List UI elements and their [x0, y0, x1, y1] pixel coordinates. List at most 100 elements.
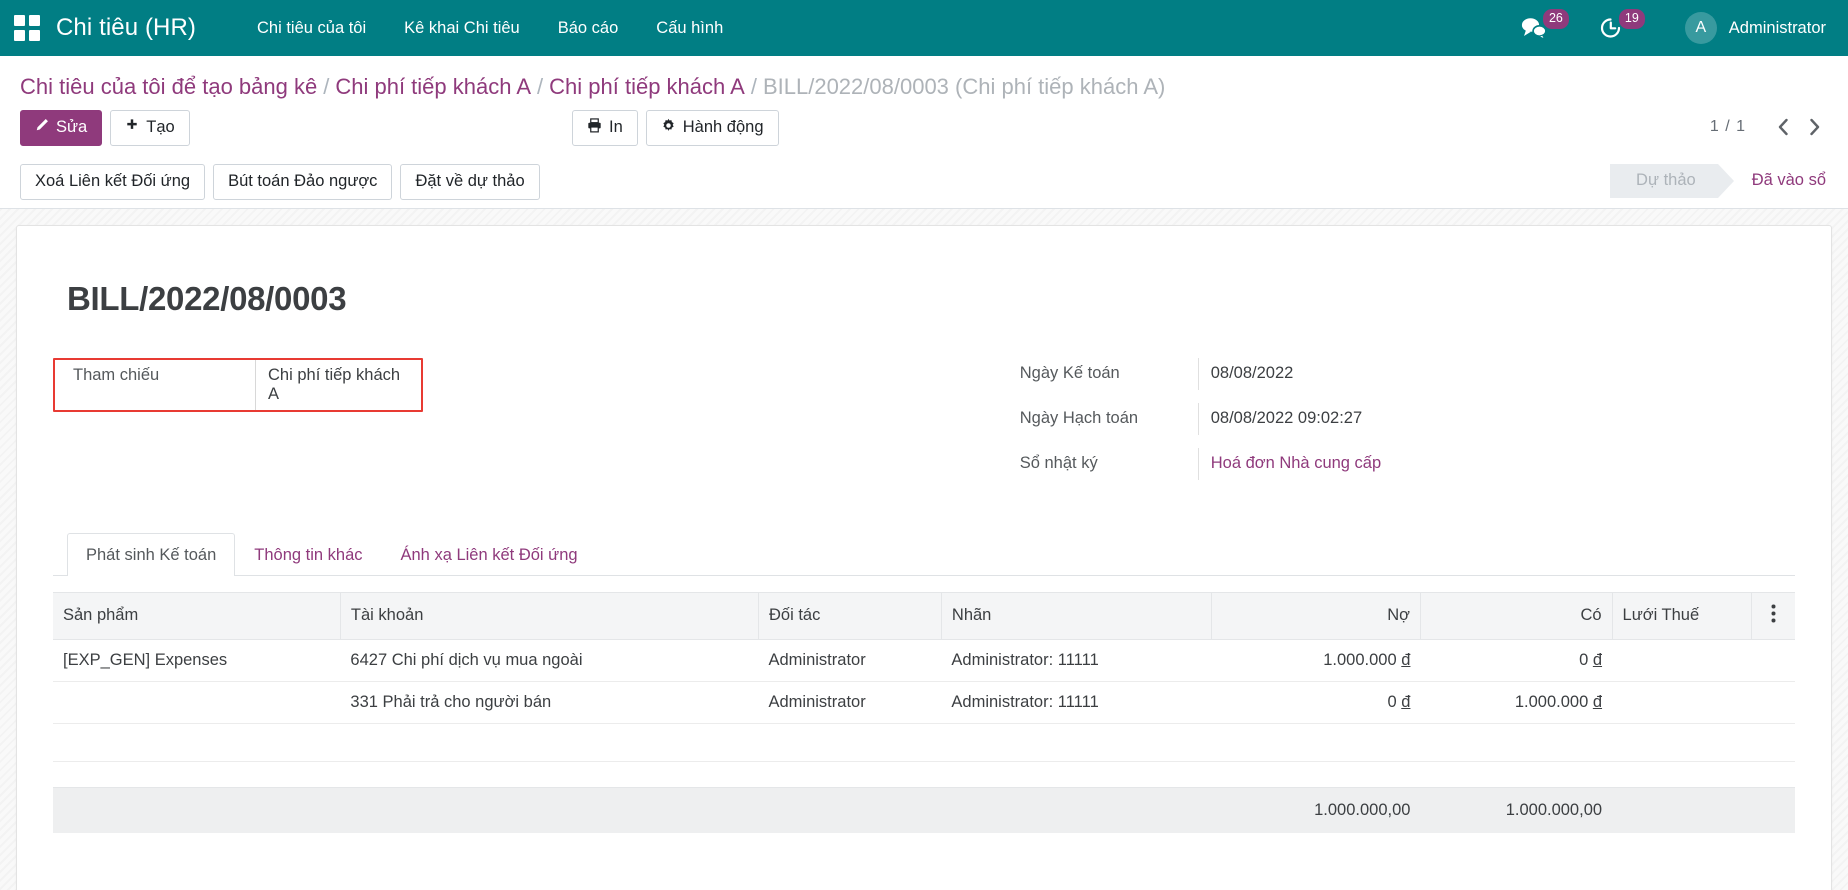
- table-row[interactable]: 331 Phải trả cho người bán Administrator…: [53, 681, 1795, 724]
- table-row[interactable]: [EXP_GEN] Expenses 6427 Chi phí dịch vụ …: [53, 639, 1795, 682]
- status-draft[interactable]: Dự thảo: [1610, 163, 1718, 198]
- activities-count-badge: 19: [1618, 9, 1645, 29]
- cell-account[interactable]: 331 Phải trả cho người bán: [340, 681, 759, 724]
- cell-label[interactable]: Administrator: 11111: [941, 639, 1212, 682]
- cell-tax-grid[interactable]: [1612, 639, 1752, 682]
- print-button-label: In: [609, 118, 623, 137]
- cell-debit[interactable]: 1.000.000 đ: [1211, 639, 1421, 682]
- chevron-left-icon[interactable]: [1770, 114, 1796, 140]
- reference-field-value[interactable]: Chi phí tiếp khách A: [255, 359, 421, 410]
- form-right-column: Ngày Kế toán 08/08/2022 Ngày Hạch toán 0…: [872, 357, 1795, 493]
- print-button[interactable]: In: [572, 110, 638, 146]
- app-brand-title[interactable]: Chi tiêu (HR): [56, 14, 196, 42]
- cell-credit[interactable]: 1.000.000 đ: [1420, 681, 1613, 724]
- column-options-button[interactable]: [1751, 591, 1795, 640]
- cell-empty: [1420, 723, 1613, 762]
- accounting-lines-table: Sản phẩm Tài khoản Đối tác Nhãn Nợ Có Lư…: [53, 591, 1795, 833]
- reference-field-label: Tham chiếu: [73, 365, 160, 384]
- vertical-dots-icon: [1771, 604, 1776, 623]
- accounting-date-value[interactable]: 08/08/2022: [1197, 357, 1795, 390]
- totals-empty: [1612, 786, 1752, 833]
- cell-product[interactable]: [53, 681, 341, 724]
- reset-to-draft-button[interactable]: Đặt về dự thảo: [400, 163, 540, 200]
- breadcrumb-separator: /: [537, 74, 544, 99]
- status-posted[interactable]: Đã vào sổ: [1717, 163, 1848, 198]
- create-button[interactable]: Tạo: [110, 110, 190, 146]
- center-button-group: In Hành động: [572, 110, 787, 146]
- reverse-entry-button[interactable]: Bút toán Đảo ngược: [213, 163, 393, 200]
- column-header-debit[interactable]: Nợ: [1211, 591, 1421, 640]
- column-header-credit[interactable]: Có: [1420, 591, 1613, 640]
- cell-spacer: [941, 761, 1211, 787]
- cell-empty: [758, 723, 942, 762]
- messages-menu[interactable]: 26: [1521, 9, 1573, 39]
- edit-button[interactable]: Sửa: [20, 110, 103, 146]
- tab-list: Phát sinh Kế toán Thông tin khác Ánh xạ …: [53, 532, 1795, 576]
- control-panel: Chi tiêu của tôi để tạo bảng kê / Chi phí …: [0, 56, 1848, 209]
- breadcrumb-item-1[interactable]: Chi phí tiếp khách A: [335, 74, 531, 99]
- activities-menu[interactable]: 19: [1599, 9, 1649, 40]
- status-bar: Dự thảo Đã vào sổ: [1610, 163, 1848, 198]
- breadcrumb-separator: /: [750, 74, 757, 99]
- menu-item-reporting[interactable]: Báo cáo: [539, 0, 638, 56]
- cell-label[interactable]: Administrator: 11111: [941, 681, 1212, 724]
- tab-accounting-entries[interactable]: Phát sinh Kế toán: [67, 532, 236, 576]
- cell-spacer: [759, 761, 942, 787]
- cell-credit-currency: đ: [1592, 650, 1603, 669]
- table-row-spacer: [53, 761, 1795, 787]
- form-left-column: Tham chiếu Chi phí tiếp khách A: [53, 357, 872, 493]
- column-header-partner[interactable]: Đối tác: [758, 591, 942, 640]
- breadcrumb: Chi tiêu của tôi để tạo bảng kê / Chi phí …: [0, 56, 1400, 104]
- cell-debit-amount: 1.000.000: [1323, 650, 1397, 669]
- totals-row: 1.000.000,00 1.000.000,00: [53, 786, 1795, 833]
- cell-partner[interactable]: Administrator: [758, 639, 942, 682]
- cell-debit-currency: đ: [1401, 692, 1411, 711]
- cell-tax-grid[interactable]: [1612, 681, 1752, 724]
- top-navbar: Chi tiêu (HR) Chi tiêu của tôi Kê khai C…: [0, 0, 1848, 56]
- apps-grid-icon[interactable]: [14, 15, 40, 41]
- cell-partner[interactable]: Administrator: [758, 681, 942, 724]
- table-row-empty: [53, 723, 1795, 762]
- cell-empty: [53, 723, 341, 762]
- cell-product[interactable]: [EXP_GEN] Expenses: [53, 639, 341, 682]
- apps-grid-square: [29, 30, 40, 41]
- avatar: A: [1684, 12, 1717, 44]
- apps-grid-square: [29, 15, 40, 26]
- cell-credit-amount: 1.000.000: [1514, 692, 1589, 711]
- cell-spacer: [1211, 761, 1420, 787]
- cell-spacer: [340, 761, 758, 787]
- user-menu[interactable]: A Administrator: [1684, 12, 1826, 44]
- journal-value[interactable]: Hoá đơn Nhà cung cấp: [1197, 447, 1795, 480]
- page-title: BILL/2022/08/0003: [67, 279, 347, 317]
- action-button[interactable]: Hành động: [645, 110, 779, 146]
- breadcrumb-item-2[interactable]: Chi phí tiếp khách A: [549, 74, 745, 99]
- apps-grid-square: [14, 30, 25, 41]
- cell-credit[interactable]: 0 đ: [1420, 639, 1613, 682]
- column-header-label[interactable]: Nhãn: [941, 591, 1212, 640]
- cell-account[interactable]: 6427 Chi phí dịch vụ mua ngoài: [340, 639, 759, 682]
- pager-value[interactable]: 1 / 1: [1710, 118, 1764, 136]
- totals-empty: [340, 786, 759, 833]
- cell-debit[interactable]: 0 đ: [1211, 681, 1421, 724]
- column-header-tax-grid[interactable]: Lưới Thuế: [1612, 591, 1752, 640]
- menu-item-configuration[interactable]: Cấu hình: [637, 0, 742, 56]
- totals-empty: [941, 786, 1212, 833]
- chevron-right-icon[interactable]: [1802, 114, 1828, 140]
- notebook: Phát sinh Kế toán Thông tin khác Ánh xạ …: [53, 532, 1795, 833]
- cell-spacer: [1420, 761, 1612, 787]
- totals-empty: [1751, 786, 1795, 833]
- cell-spacer: [1751, 761, 1795, 787]
- column-header-account[interactable]: Tài khoản: [340, 591, 760, 640]
- breadcrumb-item-0[interactable]: Chi tiêu của tôi để tạo bảng kê: [20, 74, 317, 99]
- table-footer: 1.000.000,00 1.000.000,00: [53, 786, 1795, 833]
- tab-reconcile-mapping[interactable]: Ánh xạ Liên kết Đối ứng: [382, 533, 597, 576]
- menu-item-my-expenses[interactable]: Chi tiêu của tôi: [238, 0, 385, 56]
- remove-reconcile-button[interactable]: Xoá Liên kết Đối ứng: [20, 163, 206, 200]
- tab-other-info[interactable]: Thông tin khác: [235, 533, 381, 576]
- column-header-product[interactable]: Sản phẩm: [53, 591, 341, 640]
- printer-icon: [587, 118, 602, 138]
- edit-button-label: Sửa: [56, 118, 88, 136]
- menu-item-expense-reports[interactable]: Kê khai Chi tiêu: [385, 0, 539, 56]
- user-name-label: Administrator: [1728, 18, 1826, 37]
- posting-date-value[interactable]: 08/08/2022 09:02:27: [1197, 402, 1795, 435]
